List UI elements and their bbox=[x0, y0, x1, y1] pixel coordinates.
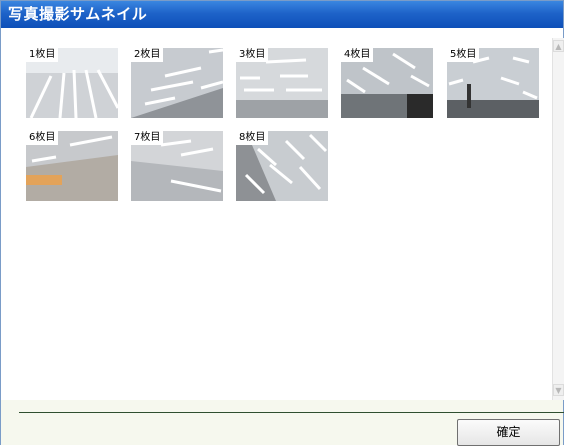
thumbnail-label: 4枚目 bbox=[341, 48, 374, 62]
thumbnail-8[interactable]: 8枚目 bbox=[236, 131, 328, 201]
thumbnail-grid: 1枚目 2枚目 3枚目 4枚目 5枚目 6枚目 7枚目 8枚目 bbox=[11, 38, 552, 400]
confirm-button[interactable]: 確定 bbox=[457, 419, 560, 446]
thumbnail-label: 3枚目 bbox=[236, 48, 269, 62]
scroll-up-icon[interactable]: ▲ bbox=[553, 40, 564, 52]
thumbnail-label: 8枚目 bbox=[236, 131, 269, 145]
dialog-footer: 確定 bbox=[1, 400, 564, 446]
vertical-scrollbar[interactable]: ▲ ▼ bbox=[552, 38, 564, 400]
thumbnail-label: 6枚目 bbox=[26, 131, 59, 145]
thumbnail-label: 1枚目 bbox=[26, 48, 59, 62]
thumbnail-label: 7枚目 bbox=[131, 131, 164, 145]
thumbnail-label: 2枚目 bbox=[131, 48, 164, 62]
thumbnail-3[interactable]: 3枚目 bbox=[236, 48, 328, 118]
thumbnail-label: 5枚目 bbox=[447, 48, 480, 62]
window-title: 写真撮影サムネイル bbox=[1, 1, 563, 28]
thumbnail-7[interactable]: 7枚目 bbox=[131, 131, 223, 201]
thumbnail-2[interactable]: 2枚目 bbox=[131, 48, 223, 118]
footer-divider bbox=[19, 412, 564, 413]
thumbnail-4[interactable]: 4枚目 bbox=[341, 48, 433, 118]
thumbnail-1[interactable]: 1枚目 bbox=[26, 48, 118, 118]
thumbnail-dialog: 写真撮影サムネイル 1枚目 2枚目 3枚目 4枚目 5枚目 6枚目 7枚目 8枚… bbox=[0, 0, 564, 446]
scroll-down-icon[interactable]: ▼ bbox=[553, 384, 564, 396]
thumbnail-5[interactable]: 5枚目 bbox=[447, 48, 539, 118]
thumbnail-6[interactable]: 6枚目 bbox=[26, 131, 118, 201]
